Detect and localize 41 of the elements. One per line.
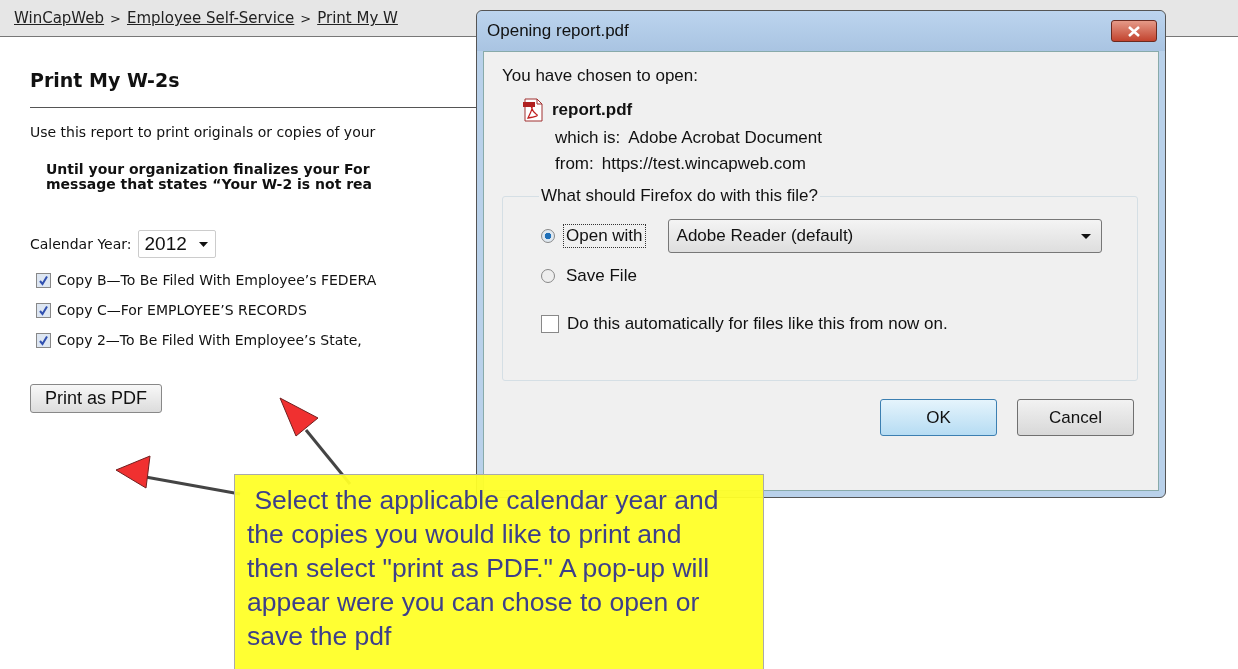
field-value: Adobe Acrobat Document: [628, 128, 822, 148]
radio-button[interactable]: [541, 269, 555, 283]
checkbox-label: Copy B—To Be Filed With Employee’s FEDERA: [57, 272, 377, 288]
field-label: which is:: [555, 128, 621, 148]
breadcrumb-link[interactable]: Employee Self-Service: [127, 9, 295, 27]
breadcrumb-link[interactable]: Print My W: [317, 9, 398, 27]
breadcrumb-link[interactable]: WinCapWeb: [14, 9, 105, 27]
ok-button[interactable]: OK: [880, 399, 997, 436]
dialog-prompt: You have chosen to open:: [502, 66, 699, 86]
caret-icon: [1080, 233, 1091, 239]
intro-text: Use this report to print originals or copies of your: [30, 124, 376, 140]
notice-text: Until your organization finalizes your For: [46, 162, 370, 177]
field-label: from:: [555, 154, 594, 174]
checkbox-label: Copy 2—To Be Filed With Employee’s State,: [57, 332, 362, 348]
pdf-file-icon: [522, 98, 544, 122]
radio-label: Open with: [563, 224, 646, 248]
checkbox[interactable]: [36, 272, 51, 288]
checkbox-label: Do this automatically for files like this from now on.: [567, 314, 948, 334]
radio-label: Save File: [565, 265, 638, 287]
callout-note: Select the applicable calendar year and the copies you would like to print and then select "print as PDF." A pop-up will appear were you can chose to open or save the pdf: [234, 474, 764, 669]
close-button[interactable]: [1111, 20, 1157, 42]
field-value: https://test.wincapweb.com: [601, 154, 806, 174]
caret-icon: [198, 241, 208, 247]
checkbox-label: Copy C—For EMPLOYEE’S RECORDS: [57, 302, 307, 318]
group-label: What should Firefox do with this file?: [540, 186, 819, 206]
close-icon: [1127, 25, 1141, 37]
print-as-pdf-button[interactable]: Print as PDF: [30, 384, 163, 413]
application-dropdown[interactable]: Adobe Reader (default): [667, 219, 1102, 253]
breadcrumb-separator: >: [300, 10, 312, 26]
checkbox[interactable]: [36, 302, 51, 318]
year-dropdown[interactable]: 2012: [137, 230, 216, 258]
breadcrumb-separator: >: [110, 10, 121, 26]
dialog-title: Opening report.pdf: [487, 21, 629, 41]
file-name: report.pdf: [552, 100, 633, 120]
cancel-button[interactable]: Cancel: [1017, 399, 1134, 436]
checkbox[interactable]: [541, 315, 559, 333]
radio-button[interactable]: [541, 229, 555, 243]
year-label: Calendar Year:: [30, 236, 132, 252]
checkbox[interactable]: [36, 332, 51, 348]
page-title: Print My W-2s: [30, 69, 180, 91]
notice-text: message that states “Your W-2 is not rea: [46, 177, 373, 192]
